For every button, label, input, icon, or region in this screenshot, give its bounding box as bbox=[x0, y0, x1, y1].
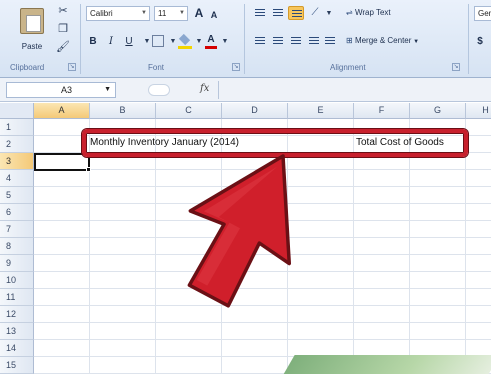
red-arrow-icon bbox=[187, 154, 292, 308]
